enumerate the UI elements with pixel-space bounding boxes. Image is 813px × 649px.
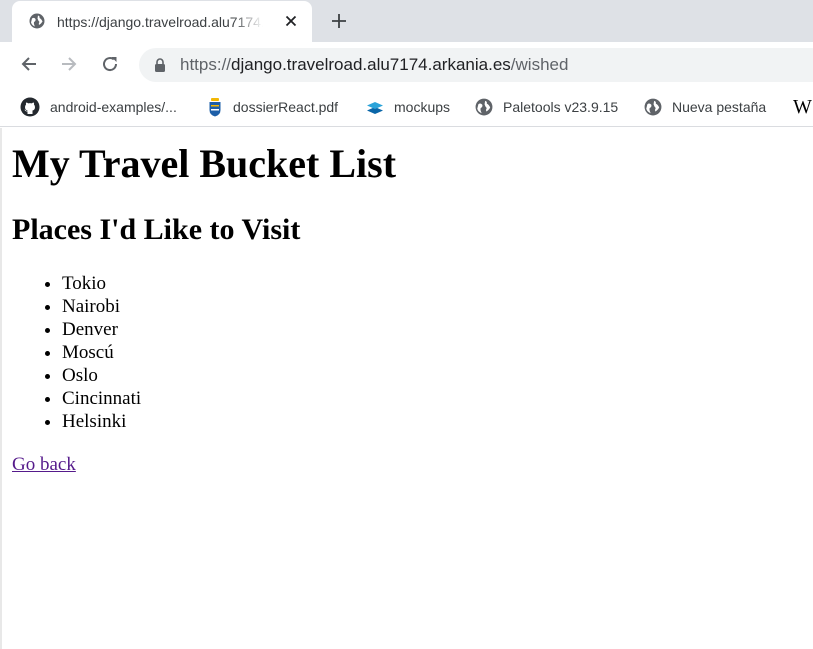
page-title: My Travel Bucket List [12, 141, 397, 186]
browser-toolbar: https://django.travelroad.alu7174.arkani… [0, 42, 813, 87]
bookmark-mockups[interactable]: mockups [366, 96, 450, 118]
canarias-logo-icon [209, 98, 221, 117]
bookmarks-bar: android-examples/... dossierReact.pdf mo… [0, 87, 813, 127]
list-item: Moscú [62, 341, 141, 364]
url-path: /wished [510, 55, 569, 74]
bookmark-android-examples[interactable]: android-examples/... [20, 96, 177, 118]
new-tab-plus-icon[interactable] [327, 9, 351, 33]
active-tab[interactable]: https://django.travelroad.alu7174.arkani… [12, 1, 312, 42]
list-item: Oslo [62, 364, 141, 387]
bookmark-paletools[interactable]: Paletools v23.9.15 [475, 96, 618, 118]
list-item: Tokio [62, 272, 141, 295]
go-back-link[interactable]: Go back [12, 453, 76, 476]
layers-icon [367, 102, 383, 114]
tab-strip: https://django.travelroad.alu7174.arkani… [0, 0, 813, 42]
url-text[interactable]: https://django.travelroad.alu7174.arkani… [180, 55, 568, 75]
forward-arrow-icon[interactable] [58, 53, 80, 75]
list-item: Nairobi [62, 295, 141, 318]
page-content: My Travel Bucket List Places I'd Like to… [0, 128, 813, 649]
bookmark-label: dossierReact.pdf [233, 99, 339, 115]
places-list: Tokio Nairobi Denver Moscú Oslo Cincinna… [12, 272, 141, 433]
bookmark-label: mockups [394, 99, 451, 115]
tab-title: https://django.travelroad.alu7174.arkani… [57, 14, 263, 30]
bookmark-label: Nueva pestaña [672, 99, 767, 115]
list-item: Helsinki [62, 410, 141, 433]
section-heading: Places I'd Like to Visit [12, 213, 301, 246]
bookmark-wikipedia[interactable]: W [793, 96, 812, 118]
globe-icon [475, 98, 493, 116]
bookmark-nueva-pestana[interactable]: Nueva pestaña [644, 96, 766, 118]
reload-icon[interactable] [99, 53, 121, 75]
lock-icon[interactable] [154, 58, 166, 72]
globe-icon [644, 98, 662, 116]
list-item: Cincinnati [62, 387, 141, 410]
bookmark-label: Paletools v23.9.15 [503, 99, 619, 115]
close-tab-icon[interactable] [282, 12, 300, 30]
globe-icon [29, 13, 45, 29]
list-item: Denver [62, 318, 141, 341]
bookmark-dossier-react[interactable]: dossierReact.pdf [207, 96, 338, 118]
wikipedia-icon: W [793, 95, 812, 118]
address-bar[interactable]: https://django.travelroad.alu7174.arkani… [139, 48, 813, 82]
url-host: django.travelroad.alu7174.arkania.es [231, 55, 511, 74]
url-scheme: https:// [180, 55, 232, 74]
bookmark-label: android-examples/... [50, 99, 177, 115]
github-icon [20, 97, 40, 117]
back-arrow-icon[interactable] [18, 53, 40, 75]
